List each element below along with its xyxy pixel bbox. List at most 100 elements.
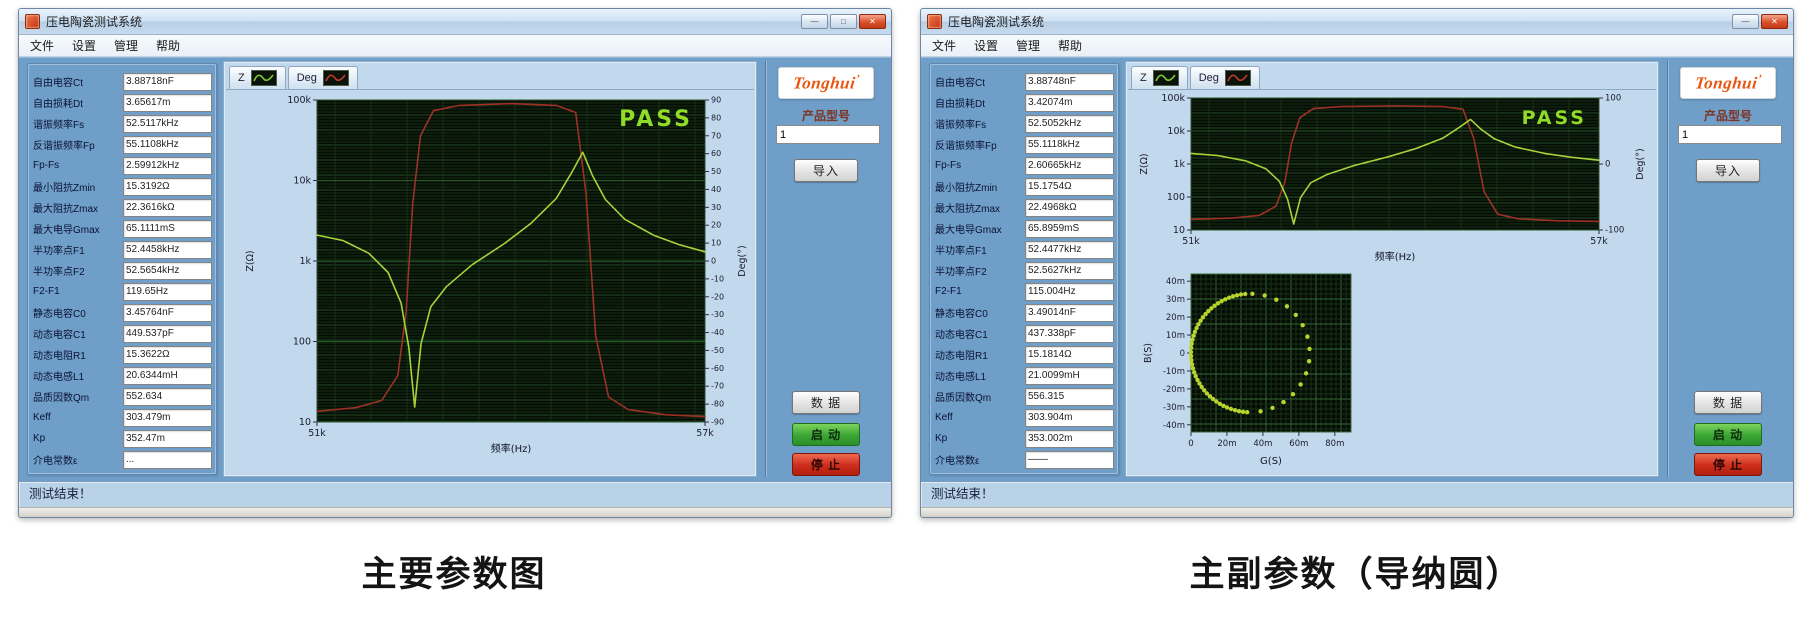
svg-text:-90: -90 (711, 418, 724, 427)
menu-item-设置[interactable]: 设置 (965, 35, 1007, 56)
param-value-input[interactable] (123, 409, 212, 427)
menu-item-文件[interactable]: 文件 (923, 35, 965, 56)
param-value-input[interactable] (123, 199, 212, 217)
product-model-label: 产品型号 (766, 107, 886, 124)
data-button[interactable]: 数 据 (1694, 391, 1762, 414)
svg-text:G(S): G(S) (1260, 456, 1282, 467)
svg-text:-50: -50 (711, 346, 724, 355)
param-value-input[interactable] (1025, 199, 1114, 217)
param-value-input[interactable] (123, 73, 212, 91)
product-model-label: 产品型号 (1668, 107, 1788, 124)
start-button[interactable]: 启 动 (1694, 423, 1762, 446)
param-value-input[interactable] (123, 157, 212, 175)
tab-z[interactable]: Z (229, 66, 286, 89)
param-value-input[interactable] (123, 220, 212, 238)
window-resize-strip[interactable] (19, 507, 891, 518)
param-value-input[interactable] (123, 430, 212, 448)
param-value-input[interactable] (123, 136, 212, 154)
menu-item-帮助[interactable]: 帮助 (1049, 35, 1091, 56)
param-value-input[interactable] (1025, 115, 1114, 133)
param-value-input[interactable] (123, 94, 212, 112)
green-wave-icon (1153, 70, 1179, 86)
menu-item-设置[interactable]: 设置 (63, 35, 105, 56)
menu-item-帮助[interactable]: 帮助 (147, 35, 189, 56)
param-value-input[interactable] (1025, 136, 1114, 154)
param-value-input[interactable] (1025, 451, 1114, 469)
svg-text:-10m: -10m (1163, 367, 1185, 377)
param-value-input[interactable] (123, 388, 212, 406)
param-value-input[interactable] (123, 325, 212, 343)
param-value-input[interactable] (123, 367, 212, 385)
param-value-input[interactable] (123, 304, 212, 322)
param-value-input[interactable] (123, 346, 212, 364)
param-value-input[interactable] (1025, 178, 1114, 196)
param-value-input[interactable] (1025, 388, 1114, 406)
product-model-input[interactable] (776, 125, 880, 144)
param-value-input[interactable] (1025, 346, 1114, 364)
param-value-input[interactable] (1025, 367, 1114, 385)
param-row: 动态电阻R1 (930, 344, 1118, 365)
import-button[interactable]: 导入 (1696, 159, 1760, 182)
tonghui-logo-text: Tonghui (792, 73, 861, 94)
param-value-input[interactable] (1025, 262, 1114, 280)
menu-item-管理[interactable]: 管理 (1007, 35, 1049, 56)
param-value-input[interactable] (123, 451, 212, 469)
stop-button[interactable]: 停 止 (1694, 453, 1762, 476)
param-value-input[interactable] (1025, 220, 1114, 238)
param-label: 静态电容C0 (935, 305, 1025, 320)
param-label: Keff (33, 412, 123, 423)
param-value-input[interactable] (123, 283, 212, 301)
svg-text:-30: -30 (711, 310, 724, 319)
param-value-input[interactable] (123, 241, 212, 259)
menu-item-管理[interactable]: 管理 (105, 35, 147, 56)
param-label: 最小阻抗Zmin (935, 179, 1025, 194)
param-row: 静态电容C0 (28, 302, 216, 323)
import-button[interactable]: 导入 (794, 159, 858, 182)
param-row: 动态电容C1 (28, 323, 216, 344)
param-value-input[interactable] (1025, 157, 1114, 175)
close-button[interactable]: ✕ (1761, 14, 1788, 29)
svg-text:80: 80 (711, 113, 721, 122)
param-value-input[interactable] (1025, 283, 1114, 301)
param-value-input[interactable] (1025, 304, 1114, 322)
tab-deg[interactable]: Deg (288, 66, 358, 89)
window-resize-strip[interactable] (921, 507, 1793, 518)
titlebar[interactable]: 压电陶瓷测试系统 —✕ (921, 9, 1793, 35)
param-label: 半功率点F2 (935, 263, 1025, 278)
green-wave-icon (251, 70, 277, 86)
param-value-input[interactable] (123, 115, 212, 133)
param-row: 最大阻抗Zmax (930, 197, 1118, 218)
svg-text:-10: -10 (711, 274, 724, 283)
param-row: Kp (930, 428, 1118, 449)
param-value-input[interactable] (1025, 73, 1114, 91)
menu-item-文件[interactable]: 文件 (21, 35, 63, 56)
maximize-button[interactable]: □ (830, 14, 857, 29)
svg-text:0: 0 (1605, 160, 1610, 170)
tab-deg[interactable]: Deg (1190, 66, 1260, 89)
svg-text:50: 50 (711, 167, 721, 176)
param-value-input[interactable] (123, 178, 212, 196)
status-bar: 测试结束！ (19, 481, 891, 507)
tab-z[interactable]: Z (1131, 66, 1188, 89)
minimize-button[interactable]: — (1732, 14, 1759, 29)
param-row: 品质因数Qm (930, 386, 1118, 407)
stop-button[interactable]: 停 止 (792, 453, 860, 476)
close-button[interactable]: ✕ (859, 14, 886, 29)
param-label: 自由损耗Dt (935, 95, 1025, 110)
product-model-input[interactable] (1678, 125, 1782, 144)
param-row: 动态电阻R1 (28, 344, 216, 365)
svg-text:-70: -70 (711, 382, 724, 391)
data-button[interactable]: 数 据 (792, 391, 860, 414)
minimize-button[interactable]: — (801, 14, 828, 29)
param-value-input[interactable] (1025, 94, 1114, 112)
titlebar[interactable]: 压电陶瓷测试系统 —□✕ (19, 9, 891, 35)
param-value-input[interactable] (1025, 241, 1114, 259)
window-title: 压电陶瓷测试系统 (948, 13, 1044, 30)
param-value-input[interactable] (1025, 325, 1114, 343)
param-value-input[interactable] (1025, 409, 1114, 427)
start-button[interactable]: 启 动 (792, 423, 860, 446)
param-value-input[interactable] (123, 262, 212, 280)
impedance-phase-chart: 100k10k1k100109080706050403020100-10-20-… (229, 92, 753, 468)
param-value-input[interactable] (1025, 430, 1114, 448)
svg-text:PASS: PASS (619, 107, 693, 132)
